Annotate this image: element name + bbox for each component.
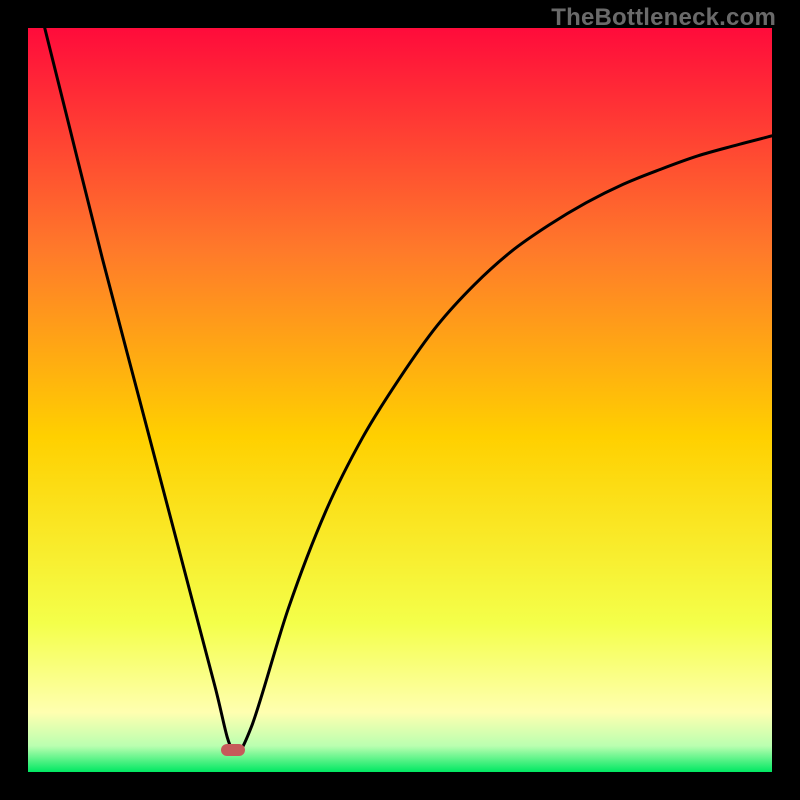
optimum-marker xyxy=(221,744,245,756)
bottleneck-curve xyxy=(28,28,772,772)
plot-area xyxy=(28,28,772,772)
outer-frame: TheBottleneck.com xyxy=(0,0,800,800)
watermark-text: TheBottleneck.com xyxy=(551,4,776,32)
